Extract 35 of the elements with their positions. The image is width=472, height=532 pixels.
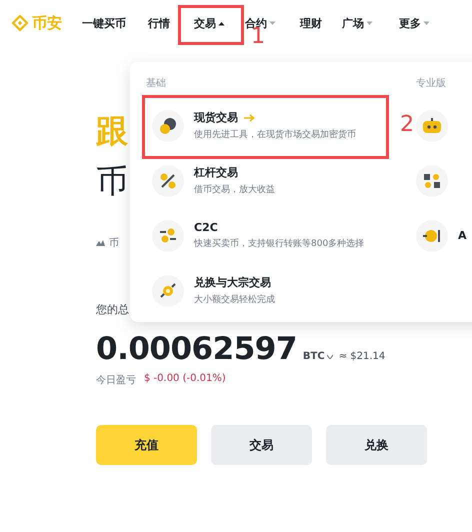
- plug-icon: [423, 228, 441, 244]
- coins-icon: [159, 116, 177, 134]
- pnl-label: 今日盈亏: [96, 374, 136, 387]
- nav-item[interactable]: 行情: [148, 16, 170, 30]
- nav-item[interactable]: 一键买币: [82, 16, 126, 30]
- people-icon: [159, 226, 177, 244]
- nav-item[interactable]: 更多: [399, 16, 430, 30]
- menu-item[interactable]: 杠杆交易 借币交易，放大收益: [146, 153, 416, 208]
- section-heading: 基础: [146, 76, 167, 90]
- nav-item[interactable]: 理财: [300, 16, 322, 30]
- step-number: 2: [400, 112, 414, 137]
- swap-icon: [159, 282, 177, 300]
- menu-item[interactable]: C2C 快速买卖币，支持银行转账等800多种选择: [146, 208, 416, 263]
- tagline-text: 币: [109, 236, 119, 250]
- headline-text: 跟: [96, 111, 128, 152]
- chevron-icon: [326, 354, 333, 358]
- currency-selector[interactable]: BTC: [302, 351, 333, 362]
- robot-icon: [422, 118, 442, 134]
- highlight-frame: [178, 5, 244, 45]
- pnl-value: $ -0.00 (-0.01%): [144, 373, 226, 386]
- nav-item[interactable]: 广场: [342, 16, 373, 30]
- nav-item[interactable]: 交易: [194, 16, 225, 30]
- menu-item[interactable]: 兑换与大宗交易 大小额交易轻松完成: [146, 263, 416, 318]
- section-heading: 专业版: [416, 76, 447, 90]
- subheadline-text: 币: [96, 161, 128, 202]
- logo-icon: [12, 15, 28, 31]
- balance-label: 您的总: [96, 302, 129, 317]
- menu-item[interactable]: A: [416, 208, 467, 263]
- deposit-button[interactable]: 充值: [96, 425, 197, 465]
- fiat-value: ≈ $21.14: [338, 351, 386, 362]
- action-button[interactable]: 兑换: [326, 425, 427, 465]
- action-button[interactable]: 交易: [211, 425, 312, 465]
- balance-amount: 0.00062597: [96, 331, 297, 367]
- exchange-icon: [423, 172, 441, 190]
- percent-icon: [159, 172, 177, 190]
